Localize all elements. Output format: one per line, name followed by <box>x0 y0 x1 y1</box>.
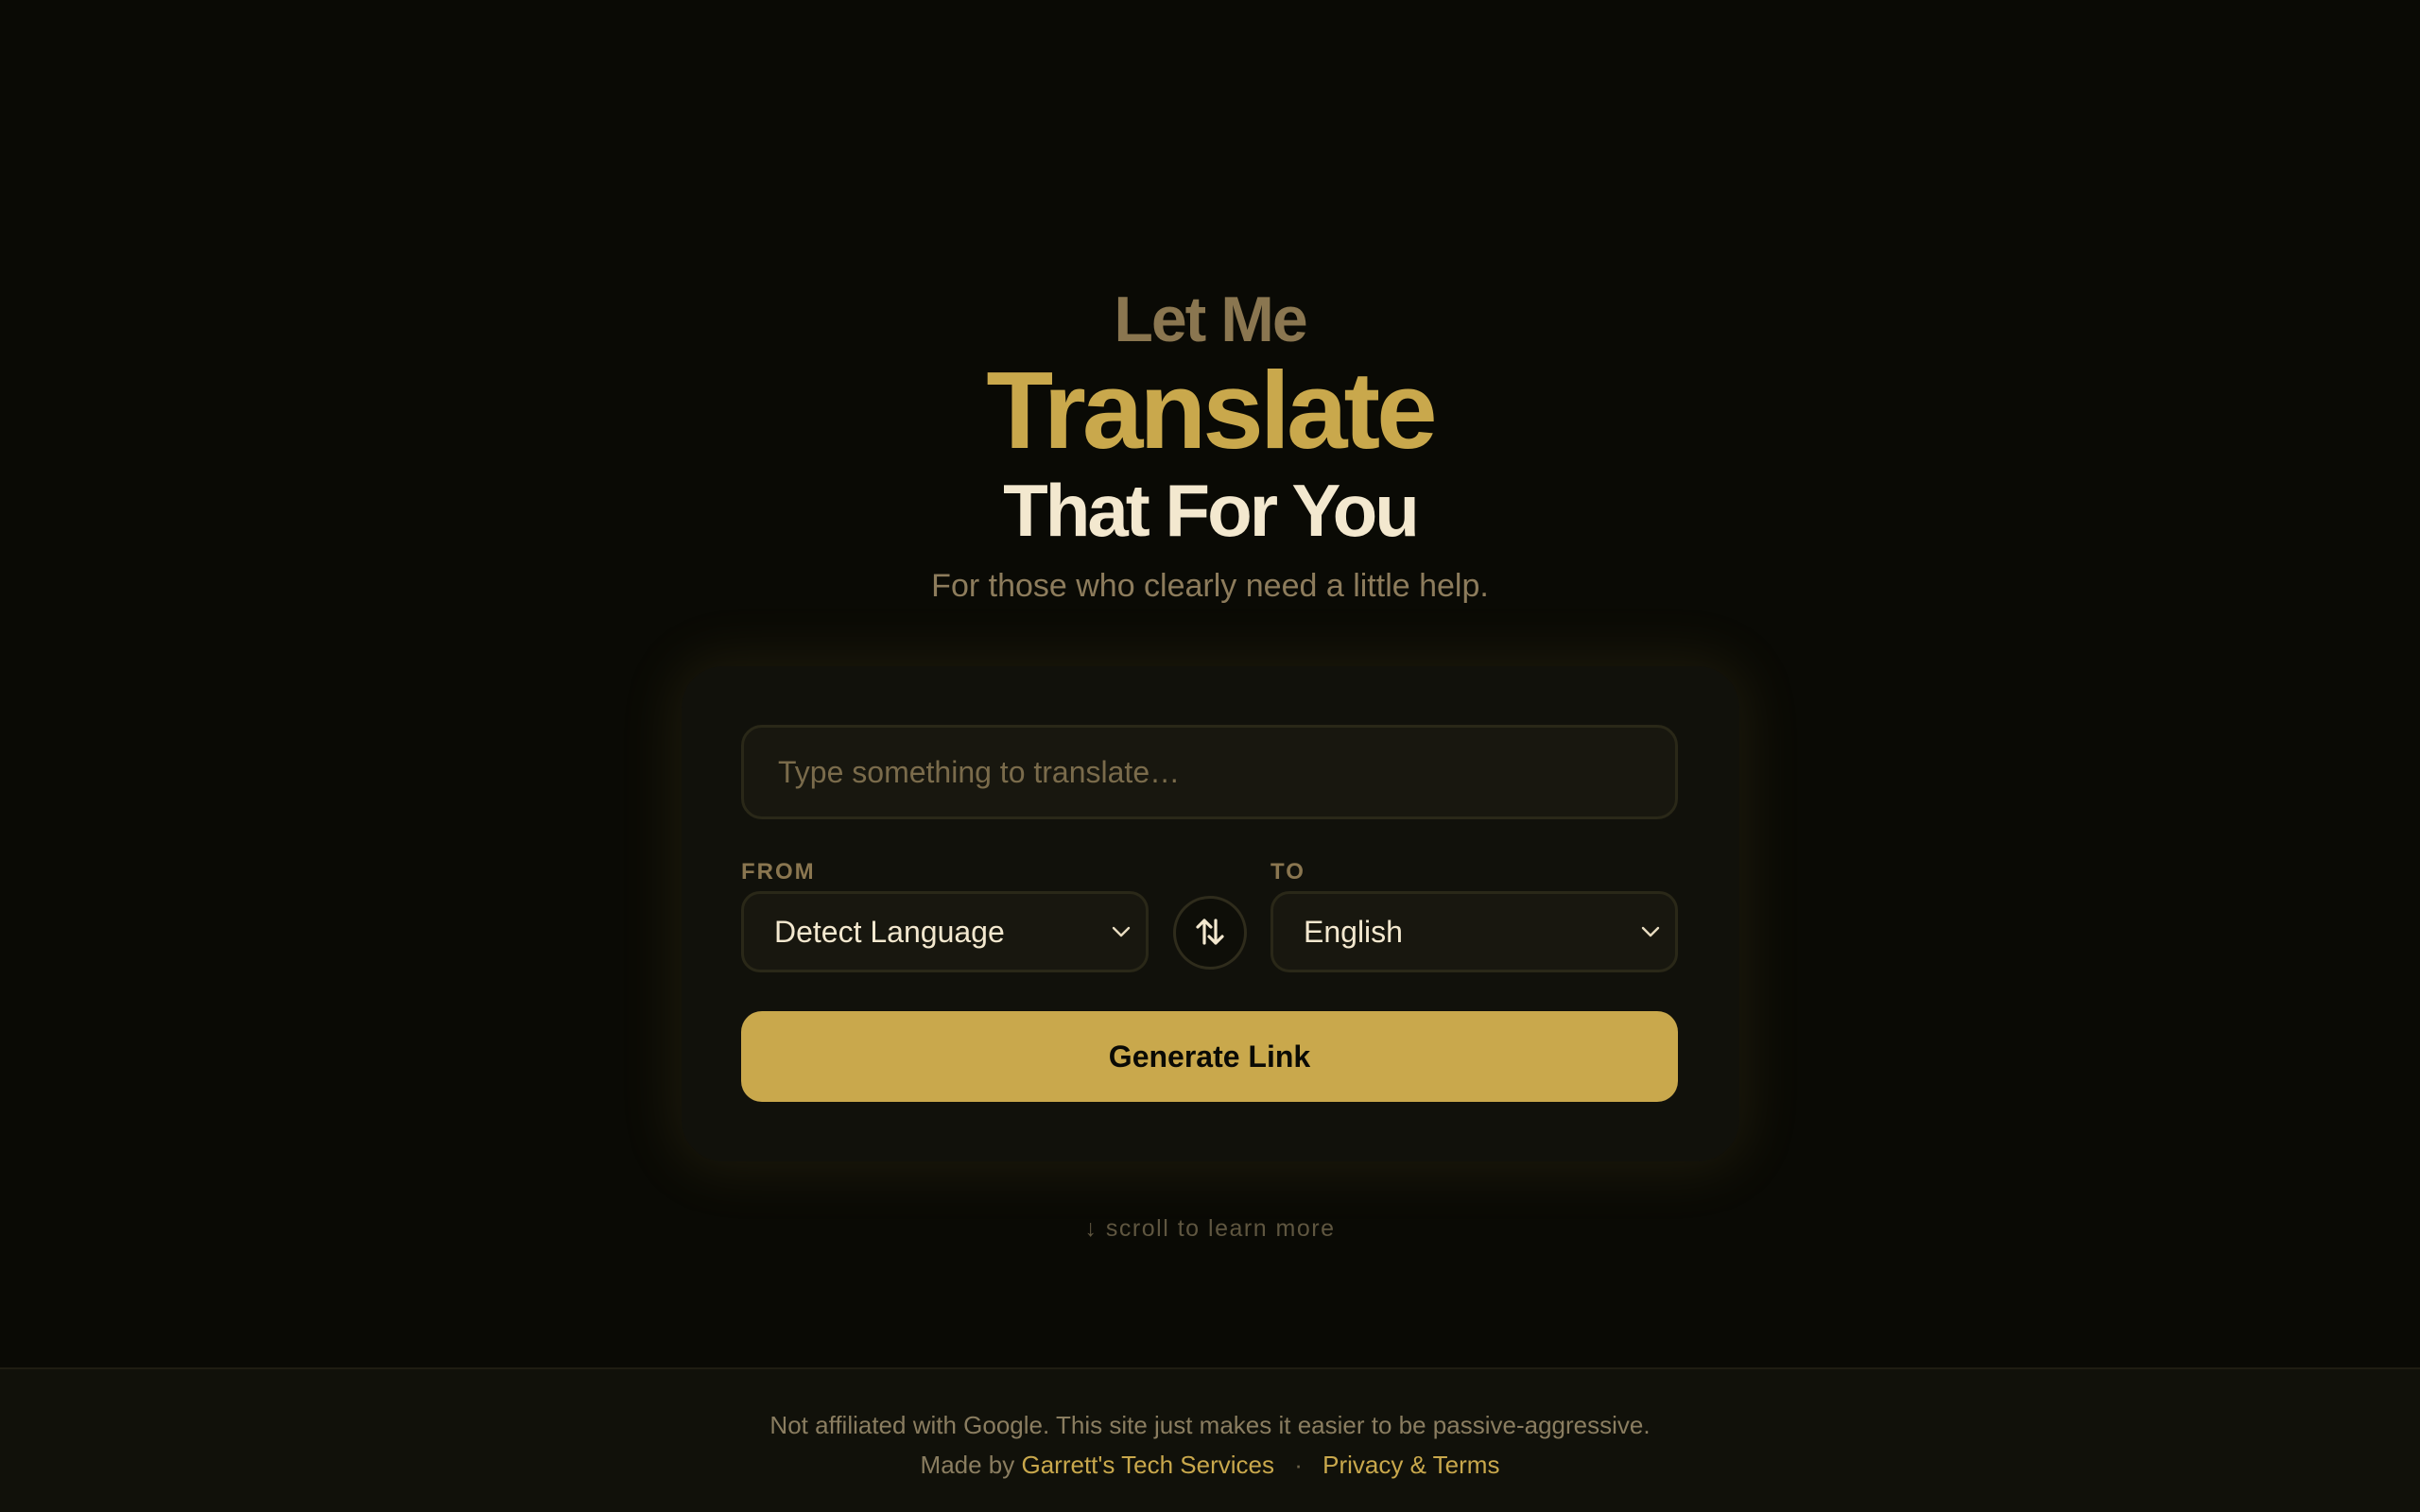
scroll-hint[interactable]: ↓ scroll to learn more <box>0 1215 2420 1243</box>
generate-link-button[interactable]: Generate Link <box>741 1011 1678 1102</box>
footer-separator: · <box>1294 1451 1303 1479</box>
made-by-prefix: Made by <box>920 1451 1022 1479</box>
hero: Let Me Translate That For You For those … <box>0 280 2420 609</box>
chevron-down-icon <box>1637 919 1664 945</box>
garretts-tech-services-link[interactable]: Garrett's Tech Services <box>1022 1451 1274 1479</box>
swap-languages-button[interactable] <box>1173 896 1247 970</box>
swap-vertical-arrows-icon <box>1193 915 1227 952</box>
privacy-terms-link[interactable]: Privacy & Terms <box>1322 1451 1499 1479</box>
translate-text-input[interactable] <box>741 725 1678 819</box>
translate-card: FROM Detect Language TO English Generate… <box>682 666 1739 1161</box>
to-language-value: English <box>1304 914 1403 949</box>
from-language-value: Detect Language <box>774 914 1005 949</box>
footer-disclaimer: Not affiliated with Google. This site ju… <box>769 1411 1651 1439</box>
hero-subhead: That For You <box>1003 469 1420 552</box>
hero-headline: Translate <box>986 349 1437 472</box>
footer-credits: Made by Garrett's Tech Services · Privac… <box>921 1449 1500 1481</box>
to-language-select[interactable]: English <box>1270 891 1678 972</box>
from-label: FROM <box>741 859 816 885</box>
chevron-down-icon <box>1108 919 1134 945</box>
from-language-select[interactable]: Detect Language <box>741 891 1149 972</box>
to-label: TO <box>1270 859 1305 885</box>
hero-kicker: Let Me <box>1114 284 1307 355</box>
page: Let Me Translate That For You For those … <box>0 0 2420 1512</box>
hero-tagline: For those who clearly need a little help… <box>931 568 1489 604</box>
footer: Not affiliated with Google. This site ju… <box>0 1367 2420 1512</box>
